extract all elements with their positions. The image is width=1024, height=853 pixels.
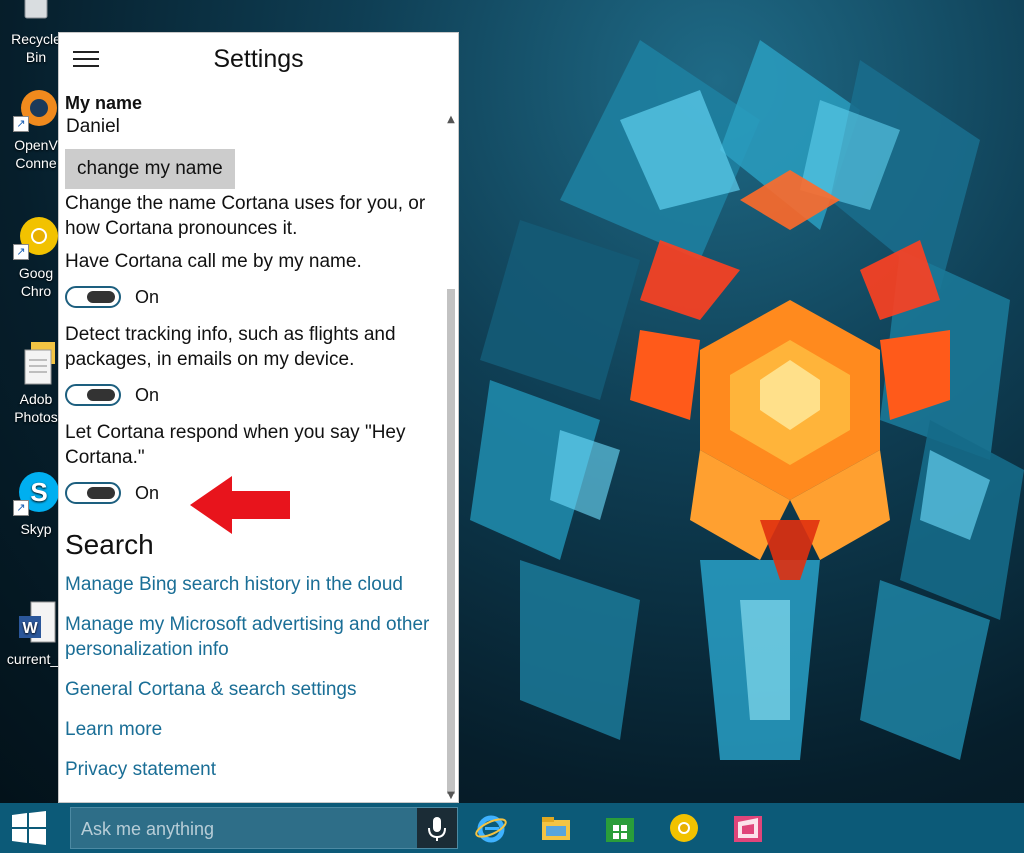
setting-row-call-by-name: On [65,282,445,312]
setting-label-hey-cortana: Let Cortana respond when you say "Hey Co… [65,422,406,468]
svg-text:S: S [30,477,47,507]
change-my-name-button[interactable]: change my name [65,149,235,189]
link-general-cortana-settings[interactable]: General Cortana & search settings [65,677,445,702]
chrome-icon[interactable] [668,812,700,844]
microphone-button[interactable] [417,808,457,848]
toggle-call-by-name[interactable] [65,286,121,308]
toggle-knob [87,487,115,499]
toggle-hey-cortana[interactable] [65,482,121,504]
shortcut-arrow-icon: ↗ [13,116,29,132]
toggle-state-text: On [135,384,160,405]
search-placeholder: Ask me anything [81,819,215,839]
link-learn-more[interactable]: Learn more [65,717,445,742]
red-arrow-annotation-icon [190,476,290,534]
taskbar: Ask me anything [0,803,1024,853]
cortana-settings-panel: Settings My name Daniel change my name C… [58,32,459,803]
panel-header: Settings [59,33,458,89]
svg-text:W: W [22,620,38,637]
my-name-value: Daniel [66,116,120,137]
shortcut-arrow-icon: ↗ [13,500,29,516]
link-privacy-statement[interactable]: Privacy statement [65,757,445,782]
scroll-up-icon[interactable]: ▲ [444,113,458,127]
scroll-down-icon[interactable]: ▼ [444,789,458,802]
change-name-description: Change the name Cortana uses for you, or… [65,193,426,239]
my-name-label: My name [65,93,143,113]
windows-logo-icon [12,811,46,845]
chrome-icon: ↗ [13,214,59,260]
toggle-knob [87,389,115,401]
toggle-tracking-info[interactable] [65,384,121,406]
internet-explorer-icon[interactable] [475,812,507,844]
skype-icon: S ↗ [13,470,59,516]
setting-row-tracking-info: On [65,380,445,410]
settings-content: My name Daniel change my name Change the… [65,91,445,782]
toggle-state-text: On [135,482,160,503]
toggle-knob [87,291,115,303]
openvpn-icon: ↗ [13,86,59,132]
word-document-icon: W [13,600,59,646]
setting-label-tracking-info: Detect tracking info, such as flights an… [65,324,396,370]
shortcut-arrow-icon: ↗ [13,244,29,260]
toggle-state-text: On [135,286,160,307]
cortana-search-box[interactable]: Ask me anything [70,807,458,849]
photoshop-icon [13,340,59,386]
link-manage-advertising[interactable]: Manage my Microsoft advertising and othe… [65,612,445,662]
recycle-bin-icon [13,0,59,26]
start-button[interactable] [0,803,58,853]
panel-title: Settings [213,45,304,73]
store-icon[interactable] [604,812,636,844]
panel-scrollbar[interactable]: ▲ ▼ [444,89,458,802]
file-explorer-icon[interactable] [540,812,572,844]
scrollbar-thumb[interactable] [447,289,455,794]
setting-label-call-by-name: Have Cortana call me by my name. [65,251,362,272]
app-icon[interactable] [732,812,764,844]
link-manage-bing-history[interactable]: Manage Bing search history in the cloud [65,572,445,597]
microphone-icon [428,817,446,841]
